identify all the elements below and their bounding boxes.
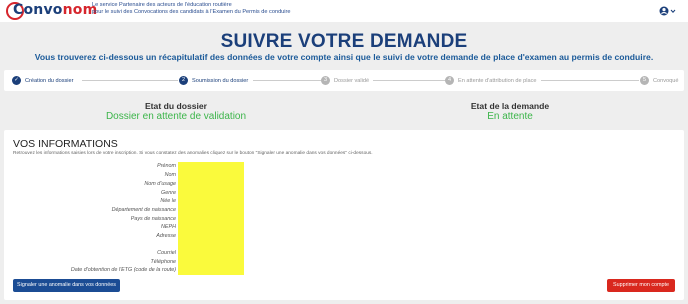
field-label-genre: Genre [161, 190, 176, 196]
report-anomaly-button[interactable]: Signaler une anomalie dans vos données [13, 279, 120, 292]
tagline-line-1: Le service Partenaire des acteurs de l'é… [92, 2, 232, 8]
logo-text: Convonom [13, 2, 98, 18]
step-connector [82, 80, 178, 81]
field-label-etg: Date d'obtention de l'ETG (code de la ro… [70, 267, 176, 273]
section-title: VOS INFORMATIONS [13, 138, 118, 150]
step-attribution: 4 En attente d'attribution de place [445, 75, 537, 86]
field-label-courriel: Courriel [157, 250, 176, 256]
field-label-nee-le: Née le [160, 198, 176, 204]
demande-status-heading: Etat de la demande [470, 101, 550, 111]
step-number: 2 [179, 76, 188, 85]
dossier-status-value: Dossier en attente de validation [105, 111, 247, 122]
convonom-logo[interactable]: Convonom [6, 2, 97, 20]
delete-account-button[interactable]: Supprimer mon compte [607, 279, 675, 292]
step-validation: 3 Dossier validé [321, 75, 369, 86]
section-description: Retrouvez les informations saisies lors … [13, 151, 373, 156]
field-label-nom: Nom [164, 172, 176, 178]
field-label-prenom: Prénom [157, 163, 176, 169]
step-connector [373, 80, 447, 81]
step-connector [253, 80, 321, 81]
step-creation: ✓ Création du dossier [12, 75, 74, 86]
step-label: Convoqué [653, 77, 679, 84]
step-label: Création du dossier [25, 77, 74, 84]
step-number: 3 [321, 76, 330, 85]
step-soumission: 2 Soumission du dossier [179, 75, 248, 86]
step-check-icon: ✓ [12, 76, 21, 85]
redacted-values-block [178, 162, 244, 275]
step-label: En attente d'attribution de place [458, 77, 537, 84]
dossier-status-heading: Etat du dossier [144, 101, 208, 111]
step-label: Dossier validé [334, 77, 370, 84]
step-label: Soumission du dossier [192, 77, 249, 84]
field-label-adresse: Adresse [156, 233, 176, 239]
tagline-line-2: pour le suivi des Convocations des candi… [92, 9, 291, 16]
field-label-nom-usage: Nom d'usage [144, 181, 176, 187]
step-number: 5 [640, 76, 649, 85]
user-menu-button[interactable] [659, 4, 677, 16]
user-icon [659, 6, 676, 16]
progress-stepper: ✓ Création du dossier 2 Soumission du do… [4, 70, 684, 91]
step-connector [541, 80, 639, 81]
field-label-pays: Pays de naissance [130, 216, 176, 222]
field-label-neph: NEPH [161, 224, 176, 230]
step-number: 4 [445, 76, 454, 85]
demande-status-value: En attente [487, 111, 533, 122]
header-tagline: Le service Partenaire des acteurs de l'é… [92, 2, 312, 17]
field-label-telephone: Téléphone [150, 259, 176, 265]
field-label-departement: Département de naissance [111, 207, 176, 213]
page-subtitle: Vous trouverez ci-dessous un récapitulat… [34, 52, 654, 62]
page-title: SUIVRE VOTRE DEMANDE [220, 31, 468, 52]
step-convoque: 5 Convoqué [640, 75, 679, 86]
informations-panel: VOS INFORMATIONS Retrouvez les informati… [4, 130, 684, 300]
top-header: Convonom Le service Partenaire des acteu… [0, 0, 688, 22]
